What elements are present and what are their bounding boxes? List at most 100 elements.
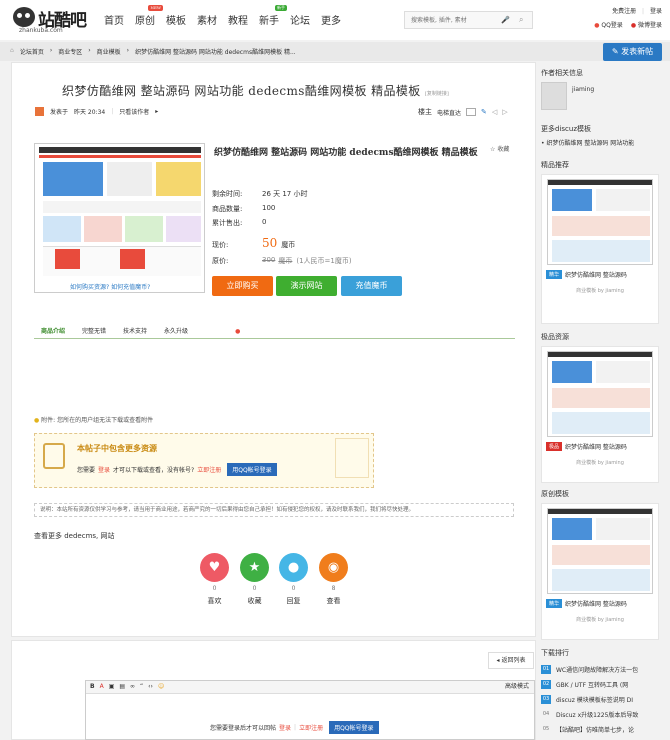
- tab-support[interactable]: 技术支持: [123, 324, 147, 338]
- nav-label: 原创: [135, 16, 155, 27]
- buy-now-button[interactable]: 立即购买: [212, 276, 273, 296]
- register-link[interactable]: 立即注册: [197, 465, 221, 474]
- nav-materials[interactable]: 素材: [197, 12, 217, 27]
- font-color-icon[interactable]: A: [100, 681, 104, 693]
- download-item[interactable]: 02 GBK / UTF 互转码工具 (网: [541, 677, 659, 692]
- advanced-mode-link[interactable]: 高级模式: [505, 681, 529, 693]
- like-icon[interactable]: ♥: [200, 553, 229, 582]
- qq-login-link[interactable]: ● QQ登录: [594, 20, 623, 29]
- template-thumbnail: [547, 351, 653, 437]
- login-link[interactable]: 登录: [650, 8, 662, 15]
- nav-newbie[interactable]: 新手 新手: [259, 5, 287, 27]
- prev-icon[interactable]: ◁: [492, 108, 497, 116]
- register-link[interactable]: 免费注册: [612, 8, 636, 15]
- nav-templates[interactable]: 模板: [166, 12, 186, 27]
- tag-badge: 精华: [546, 599, 563, 608]
- logo-icon[interactable]: [13, 7, 35, 27]
- nav-home[interactable]: 首页: [104, 12, 124, 27]
- editor-register-link[interactable]: 立即注册: [299, 723, 323, 732]
- tag-links[interactable]: dedecms, 网站: [64, 532, 114, 540]
- author-name[interactable]: jiaming: [572, 86, 594, 93]
- more-discuz-item[interactable]: • 织梦仿酷维网 整站源码 网站功能: [541, 138, 659, 160]
- post-new-button[interactable]: ✎ 发表新帖: [603, 43, 662, 61]
- nav-label: 首页: [104, 16, 124, 27]
- next-icon[interactable]: ▷: [502, 108, 507, 116]
- downloads-heading: 下载排行: [541, 649, 569, 657]
- pen-icon[interactable]: ✎: [481, 108, 487, 116]
- breadcrumb-item[interactable]: 论坛首页: [20, 47, 44, 56]
- qq-login-button[interactable]: 用QQ帐号登录: [227, 463, 277, 476]
- download-item[interactable]: 04 Discuz x升级1225版本后导致: [541, 707, 659, 722]
- qq-icon[interactable]: ●: [235, 324, 240, 338]
- breadcrumb-item[interactable]: 商业模板: [97, 47, 121, 56]
- download-item[interactable]: 01 WC通信问题故障解决方法一包: [541, 662, 659, 677]
- emoji-icon[interactable]: ☺: [158, 681, 164, 693]
- mini-block: [596, 189, 650, 211]
- caret-right-icon: ▸: [155, 108, 159, 115]
- breadcrumb-item[interactable]: 织梦仿酷维网 整站源码 网站功能 dedecms酷维网模板 精...: [135, 47, 296, 56]
- download-item[interactable]: 05 【站酷吧】仿唯简单七步，论: [541, 722, 659, 737]
- code-icon[interactable]: ‹›: [148, 681, 153, 693]
- login-link[interactable]: 登录: [98, 465, 110, 474]
- back-to-list-button[interactable]: ◂ 返回列表: [488, 652, 534, 669]
- premium-card[interactable]: 极品 织梦仿酷维网 整站源码 商业模板 by jiaming: [541, 346, 659, 483]
- mini-banner: [552, 518, 592, 540]
- home-icon[interactable]: ⌂: [10, 47, 14, 56]
- reply-label: 回复: [286, 597, 301, 605]
- copy-link[interactable]: [复制链接]: [425, 91, 449, 97]
- tab-intro[interactable]: 商品介绍: [41, 324, 65, 338]
- sold-row: 累计售出: 0: [212, 218, 266, 228]
- thread-title: 织梦仿酷维网 整站源码 网站功能 dedecms酷维网模板 精品模板 [复制链接…: [62, 82, 449, 99]
- quote-icon[interactable]: “: [140, 681, 143, 693]
- original-price-unit: 魔币: [278, 257, 293, 265]
- view-eye-icon[interactable]: ◉: [319, 553, 348, 582]
- nav-original[interactable]: 原创 NEW: [135, 5, 163, 27]
- image-icon[interactable]: ▣: [109, 681, 115, 693]
- search-icon[interactable]: ⌕: [519, 15, 523, 25]
- tab-complete[interactable]: 完整无错: [82, 324, 106, 338]
- nav-more[interactable]: 更多: [321, 12, 341, 27]
- nav-tutorials[interactable]: 教程: [228, 12, 248, 27]
- divider: |: [294, 724, 297, 731]
- recharge-button[interactable]: 充值魔币: [341, 276, 402, 296]
- floor-jump-input[interactable]: [466, 108, 477, 116]
- favorite-star-icon[interactable]: ★: [240, 553, 269, 582]
- search-input[interactable]: [405, 12, 495, 28]
- product-thumbnail[interactable]: 如何购买资源? 如何充值魔币?: [34, 143, 205, 293]
- editor-toolbar: B A ▣ ▤ ∞ “ ‹› ☺ 高级模式: [86, 681, 534, 694]
- attachment-text: 您所在的用户组无法下载或查看附件: [57, 417, 154, 424]
- lightbulb-icon: ●: [34, 417, 40, 424]
- weibo-login-link[interactable]: ● 微博登录: [631, 20, 662, 29]
- favorite-link[interactable]: ☆ 收藏: [490, 144, 509, 153]
- editor-qq-login-button[interactable]: 用QQ帐号登录: [329, 721, 379, 734]
- how-to-buy-link[interactable]: 如何购买资源?: [70, 284, 109, 291]
- editor-login-link[interactable]: 登录: [279, 723, 291, 732]
- attachment-icon[interactable]: ▤: [119, 681, 125, 693]
- microphone-icon[interactable]: 🎤: [501, 16, 510, 24]
- bold-icon[interactable]: B: [90, 681, 95, 693]
- mini-block: [552, 240, 650, 262]
- download-item[interactable]: 03 discuz 模块模板标签说明 DI: [541, 692, 659, 707]
- recommend-card[interactable]: 精华 织梦仿酷维网 整站源码 商业模板 by jiaming: [541, 174, 659, 324]
- only-author-link[interactable]: 只看该作者: [119, 107, 149, 116]
- field-value: 0: [262, 218, 267, 226]
- nav-label: 更多: [321, 16, 341, 27]
- breadcrumb-item[interactable]: 商业专区: [58, 47, 82, 56]
- more-discuz-heading: 更多discuz模板: [541, 125, 591, 133]
- thumb-item: [43, 216, 81, 242]
- tag-badge: 极品: [546, 442, 563, 451]
- tab-upgrade[interactable]: 永久升级: [164, 324, 188, 338]
- original-card[interactable]: 精华 织梦仿酷维网 整站源码 商业模板 by jiaming: [541, 503, 659, 640]
- nav-label: 教程: [228, 16, 248, 27]
- demo-site-button[interactable]: 演示网站: [276, 276, 337, 296]
- field-value: 26 天 17 小时: [262, 190, 308, 198]
- nav-forum[interactable]: 论坛: [290, 12, 310, 27]
- header: 站酷吧 zhankuba.com 首页 原创 NEW 模板 素材 教程 新手 新手 …: [0, 0, 670, 40]
- how-to-recharge-link[interactable]: 如何充值魔币?: [111, 284, 150, 291]
- link-icon[interactable]: ∞: [130, 681, 135, 693]
- thumb-item: [55, 249, 80, 269]
- reply-bubble-icon[interactable]: ●: [279, 553, 308, 582]
- remaining-time-row: 剩余时间: 26 天 17 小时: [212, 189, 308, 199]
- post-new-label: 发表新帖: [621, 47, 654, 56]
- avatar[interactable]: [541, 82, 567, 110]
